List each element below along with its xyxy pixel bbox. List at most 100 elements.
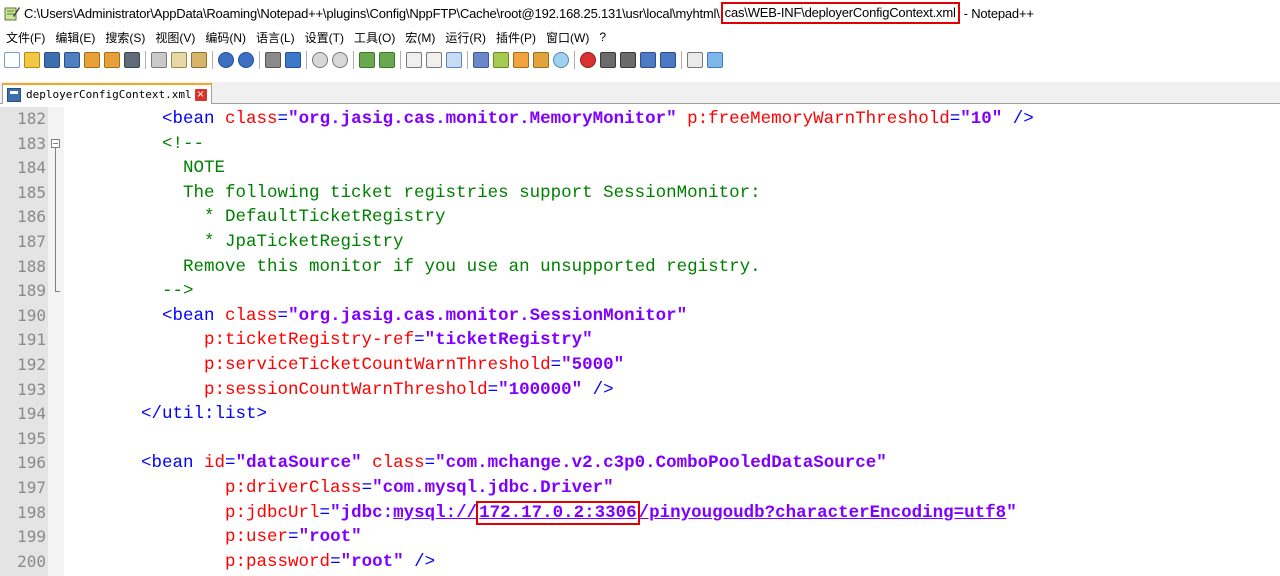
code-token: mysql://: [393, 502, 478, 523]
line-number: 196: [17, 453, 46, 473]
fold-toggle-icon[interactable]: [48, 132, 64, 157]
menu-item[interactable]: 窗口(W): [541, 29, 594, 46]
ftp-icon[interactable]: [707, 52, 723, 68]
sync-vertical-icon[interactable]: [359, 52, 375, 68]
menu-item[interactable]: 文件(F): [0, 29, 50, 46]
stop-macro-icon[interactable]: [600, 52, 616, 68]
copy-icon[interactable]: [171, 52, 187, 68]
function-list-icon[interactable]: [513, 52, 529, 68]
run-macro-multiple-icon[interactable]: [640, 52, 656, 68]
code-token: =: [424, 453, 436, 474]
save-all-icon[interactable]: [64, 52, 80, 68]
code-text: Remove this monitor if you use an unsupp…: [78, 255, 761, 280]
paste-icon[interactable]: [191, 52, 207, 68]
code-line[interactable]: 186 * DefaultTicketRegistry: [0, 205, 1280, 230]
open-folder-icon[interactable]: [24, 52, 40, 68]
code-line[interactable]: 192 p:serviceTicketCountWarnThreshold="5…: [0, 353, 1280, 378]
menu-item[interactable]: 编辑(E): [50, 29, 100, 46]
code-token: =: [277, 109, 289, 129]
code-token: "root": [340, 551, 404, 572]
indent-guide-icon[interactable]: [446, 52, 462, 68]
window-title-path: C:\Users\Administrator\AppData\Roaming\N…: [24, 5, 720, 21]
code-line[interactable]: 185 The following ticket registries supp…: [0, 180, 1280, 206]
save-macro-icon[interactable]: [660, 52, 676, 68]
word-wrap-icon[interactable]: [406, 52, 422, 68]
new-file-icon[interactable]: [4, 52, 20, 68]
code-text: <!--: [78, 132, 204, 157]
code-token: id: [204, 453, 226, 474]
code-token: =: [225, 453, 236, 474]
menu-item[interactable]: 搜索(S): [100, 29, 150, 46]
record-macro-icon[interactable]: [580, 52, 596, 68]
code-token: p:freeMemoryWarnThreshold: [687, 109, 950, 129]
code-line[interactable]: 182 <bean class="org.jasig.cas.monitor.M…: [0, 107, 1280, 132]
cut-icon[interactable]: [151, 52, 167, 68]
code-line[interactable]: 187 * JpaTicketRegistry: [0, 230, 1280, 255]
spell-check-icon[interactable]: [687, 52, 703, 68]
menu-item[interactable]: 编码(N): [200, 29, 251, 46]
code-line[interactable]: 199 p:user="root": [0, 525, 1280, 550]
menu-item[interactable]: 语言(L): [251, 29, 300, 46]
tab-deployerconfigcontext[interactable]: deployerConfigContext.xml ×: [2, 83, 212, 104]
code-token: "jdbc:: [330, 502, 394, 523]
code-line[interactable]: 183 <!--: [0, 132, 1280, 157]
code-line[interactable]: 200 p:password="root" />: [0, 550, 1280, 575]
code-line[interactable]: 190 <bean class="org.jasig.cas.monitor.S…: [0, 304, 1280, 329]
zoom-in-icon[interactable]: [312, 52, 328, 68]
code-line[interactable]: 189 -->: [0, 279, 1280, 304]
replace-icon[interactable]: [285, 52, 301, 68]
zoom-out-icon[interactable]: [332, 52, 348, 68]
fold-line: [48, 230, 64, 255]
undo-icon[interactable]: [218, 52, 234, 68]
code-line[interactable]: 195: [0, 427, 1280, 452]
code-token: =: [288, 527, 299, 548]
fold-line: [48, 254, 64, 280]
menu-item[interactable]: 视图(V): [150, 29, 200, 46]
menu-item[interactable]: 运行(R): [440, 29, 491, 46]
menu-item[interactable]: 插件(P): [491, 29, 541, 46]
code-text: p:ticketRegistry-ref="ticketRegistry": [78, 328, 593, 353]
close-file-icon[interactable]: [84, 52, 100, 68]
window-title-highlighted-path: cas\WEB-INF\deployerConfigContext.xml: [720, 2, 960, 24]
code-line[interactable]: 197 p:driverClass="com.mysql.jdbc.Driver…: [0, 476, 1280, 501]
menu-bar: 文件(F) 编辑(E) 搜索(S) 视图(V) 编码(N) 语言(L) 设置(T) 工具(O)…: [0, 27, 1280, 47]
code-line[interactable]: 194 </util:list>: [0, 402, 1280, 427]
define-language-icon[interactable]: [473, 52, 489, 68]
code-token: p:driverClass: [225, 478, 362, 498]
show-all-chars-icon[interactable]: [426, 52, 442, 68]
monitoring-icon[interactable]: [553, 52, 569, 68]
code-line[interactable]: 196 <bean id="dataSource" class="com.mch…: [0, 451, 1280, 476]
sync-horizontal-icon[interactable]: [379, 52, 395, 68]
menu-item[interactable]: 宏(M): [400, 29, 440, 46]
doc-map-icon[interactable]: [493, 52, 509, 68]
menu-item[interactable]: ?: [594, 30, 611, 44]
window-title-app: - Notepad++: [963, 5, 1034, 21]
redo-icon[interactable]: [238, 52, 254, 68]
print-icon[interactable]: [124, 52, 140, 68]
find-icon[interactable]: [265, 52, 281, 68]
code-text: p:sessionCountWarnThreshold="100000" />: [78, 378, 614, 403]
folder-workspace-icon[interactable]: [533, 52, 549, 68]
play-macro-icon[interactable]: [620, 52, 636, 68]
code-token: Remove this monitor if you use an unsupp…: [78, 256, 761, 277]
code-line[interactable]: 188 Remove this monitor if you use an un…: [0, 254, 1280, 280]
code-token: The following ticket registries support …: [78, 182, 761, 203]
code-line[interactable]: 184 NOTE: [0, 156, 1280, 181]
menu-item[interactable]: 工具(O): [349, 29, 400, 46]
save-icon[interactable]: [44, 52, 60, 68]
code-line[interactable]: 193 p:sessionCountWarnThreshold="100000"…: [0, 378, 1280, 403]
code-line[interactable]: 198 p:jdbcUrl="jdbc:mysql://172.17.0.2:3…: [0, 500, 1280, 526]
title-bar: C:\Users\Administrator\AppData\Roaming\N…: [0, 0, 1280, 26]
close-icon[interactable]: ×: [194, 88, 207, 101]
menu-item[interactable]: 设置(T): [300, 29, 349, 46]
code-line[interactable]: 191 p:ticketRegistry-ref="ticketRegistry…: [0, 328, 1280, 353]
close-all-icon[interactable]: [104, 52, 120, 68]
code-text: NOTE: [78, 156, 225, 181]
code-editor[interactable]: 182 <bean class="org.jasig.cas.monitor.M…: [0, 107, 1280, 576]
